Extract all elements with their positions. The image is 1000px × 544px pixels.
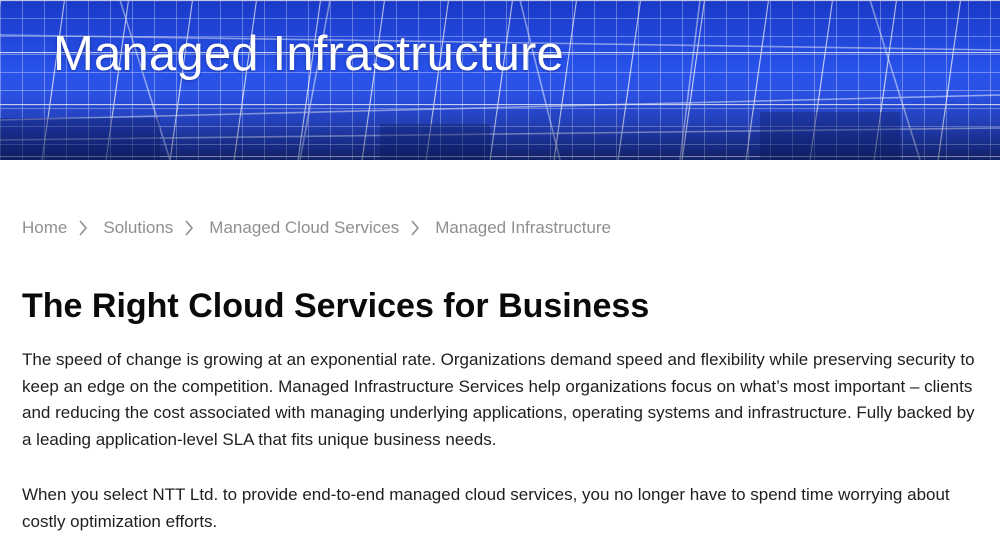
- breadcrumb-current-page: Managed Infrastructure: [435, 218, 612, 237]
- hero-banner: Managed Infrastructure: [0, 0, 1000, 160]
- chevron-right-icon: [67, 218, 103, 238]
- ntt-paragraph: When you select NTT Ltd. to provide end-…: [22, 485, 950, 531]
- breadcrumb-home-link[interactable]: Home: [22, 218, 67, 238]
- chevron-right-icon: [173, 218, 209, 238]
- breadcrumb-solutions-link[interactable]: Solutions: [103, 218, 173, 238]
- hero-title: Managed Infrastructure: [53, 27, 565, 81]
- breadcrumb: Home Solutions Managed Cloud Services Ma…: [22, 218, 611, 238]
- intro-paragraph: The speed of change is growing at an exp…: [22, 350, 975, 449]
- page-heading: The Right Cloud Services for Business: [22, 287, 650, 325]
- breadcrumb-managed-cloud-services-link[interactable]: Managed Cloud Services: [209, 218, 399, 238]
- chevron-right-icon: [399, 218, 435, 238]
